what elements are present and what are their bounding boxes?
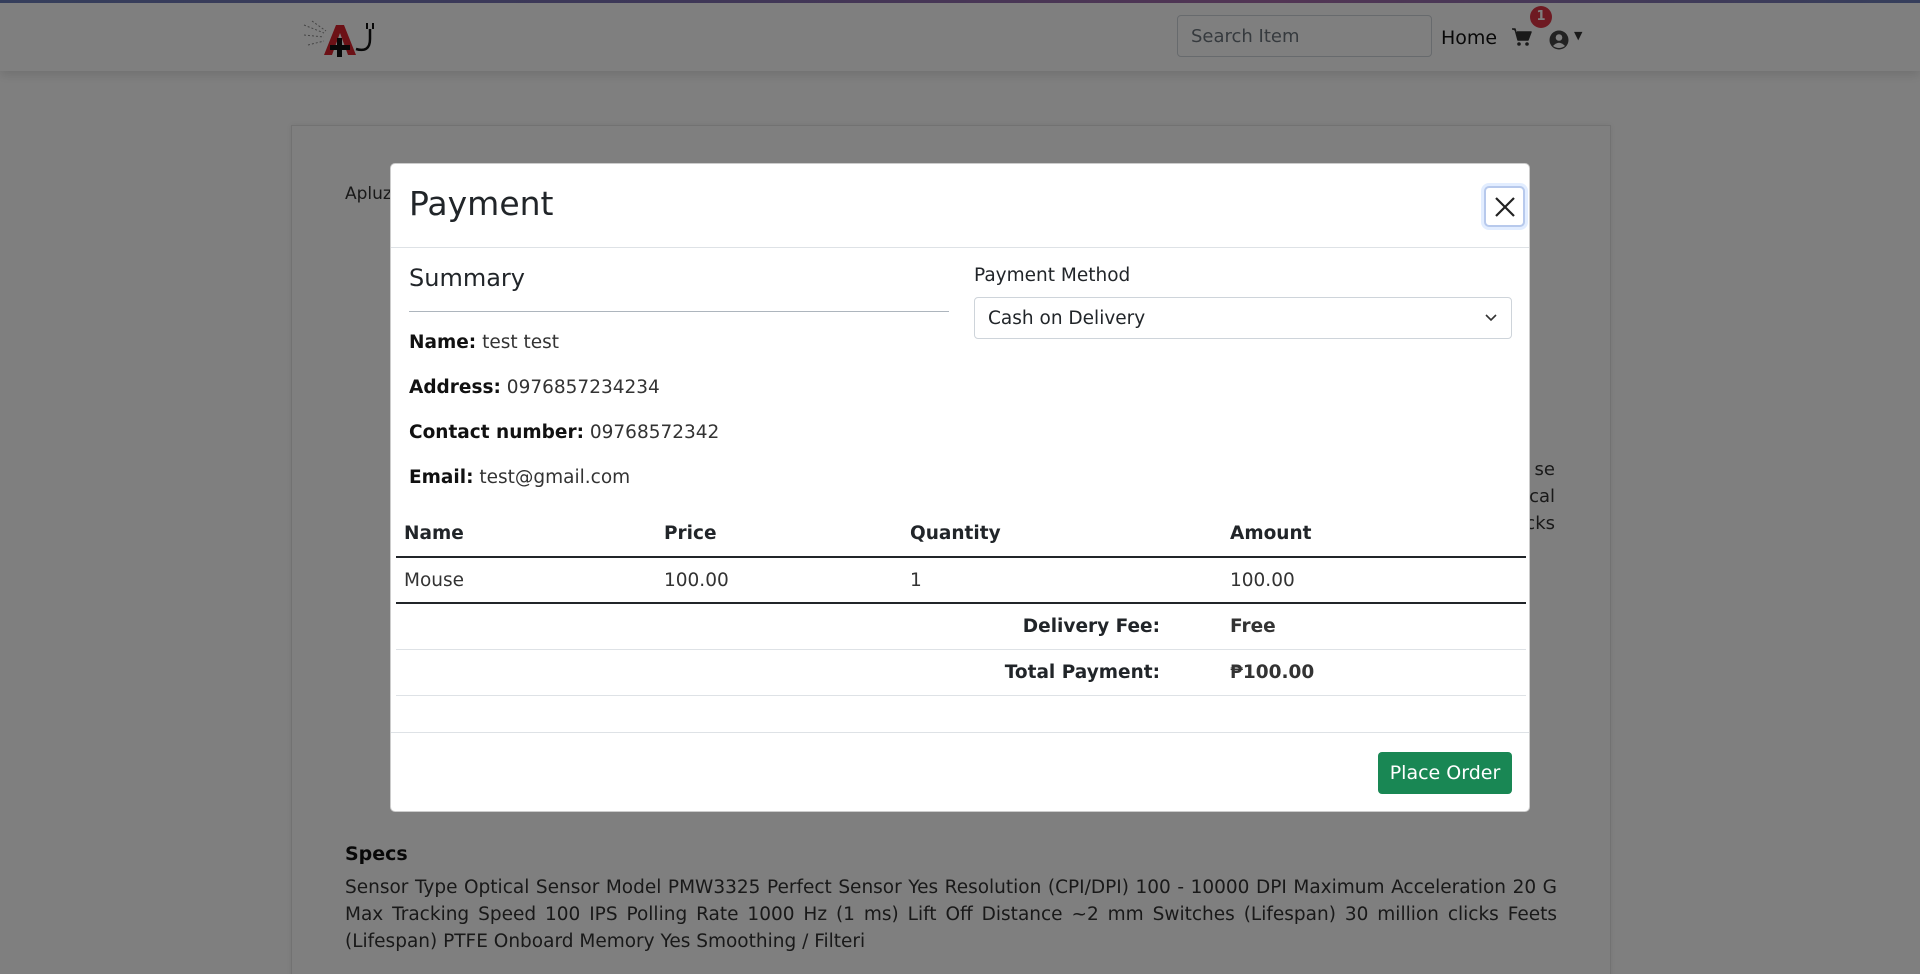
payment-method-label: Payment Method bbox=[974, 265, 1131, 286]
modal-title: Payment bbox=[409, 184, 554, 223]
order-table: Name Price Quantity Amount Mouse 100.00 … bbox=[396, 510, 1526, 696]
summary-divider bbox=[409, 311, 949, 312]
email-label: Email: bbox=[409, 467, 474, 488]
name-value: test test bbox=[482, 332, 560, 353]
contact-value: 09768572342 bbox=[589, 422, 720, 443]
address-label: Address: bbox=[409, 377, 501, 398]
payment-method-value: Cash on Delivery bbox=[988, 307, 1146, 329]
total-payment-row: Total Payment: ₱100.00 bbox=[396, 649, 1526, 696]
delivery-fee-row: Delivery Fee: Free bbox=[396, 603, 1526, 650]
item-price: 100.00 bbox=[656, 557, 902, 604]
delivery-fee-label: Delivery Fee: bbox=[396, 603, 1222, 650]
payment-method-select[interactable]: Cash on Delivery bbox=[974, 297, 1512, 339]
modal-header: Payment bbox=[391, 164, 1529, 248]
email-value: test@gmail.com bbox=[479, 467, 631, 488]
chevron-down-icon bbox=[1485, 314, 1497, 322]
column-header: Quantity bbox=[902, 510, 1222, 558]
contact-label: Contact number: bbox=[409, 422, 584, 443]
table-row: Mouse 100.00 1 100.00 bbox=[396, 557, 1526, 604]
column-header: Name bbox=[396, 510, 656, 558]
item-amount: 100.00 bbox=[1222, 557, 1526, 604]
customer-email: Email: test@gmail.com bbox=[409, 467, 630, 488]
delivery-fee-value: Free bbox=[1222, 603, 1526, 650]
total-payment-value: ₱100.00 bbox=[1222, 649, 1526, 696]
place-order-button[interactable]: Place Order bbox=[1378, 752, 1512, 794]
item-quantity: 1 bbox=[902, 557, 1222, 604]
column-header: Amount bbox=[1222, 510, 1526, 558]
address-value: 0976857234234 bbox=[506, 377, 660, 398]
payment-modal: Payment Summary Name: test test Address:… bbox=[390, 163, 1530, 812]
column-header: Price bbox=[656, 510, 902, 558]
customer-name: Name: test test bbox=[409, 332, 559, 353]
modal-footer: Place Order bbox=[391, 732, 1529, 813]
customer-address: Address: 0976857234234 bbox=[409, 377, 660, 398]
table-header-row: Name Price Quantity Amount bbox=[396, 510, 1526, 558]
item-name: Mouse bbox=[396, 557, 656, 604]
summary-title: Summary bbox=[409, 264, 525, 292]
name-label: Name: bbox=[409, 332, 477, 353]
close-icon bbox=[1494, 196, 1515, 217]
total-payment-label: Total Payment: bbox=[396, 649, 1222, 696]
close-button[interactable] bbox=[1484, 186, 1525, 227]
customer-contact: Contact number: 09768572342 bbox=[409, 422, 719, 443]
